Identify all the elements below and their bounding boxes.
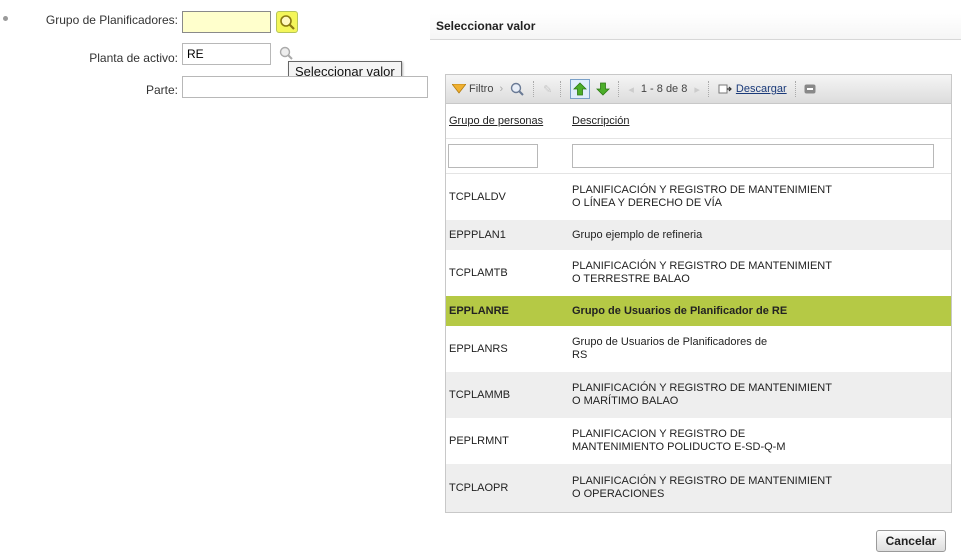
- row-code: TCPLAOPR: [449, 482, 509, 494]
- results-table: Grupo de personas Descripción TCPLALDV P…: [445, 104, 952, 513]
- table-row[interactable]: TCPLALDV PLANIFICACIÓN Y REGISTRO DE MAN…: [446, 174, 951, 220]
- row-code: TCPLAMMB: [449, 389, 511, 401]
- row-description: PLANIFICACIÓN Y REGISTRO DE MANTENIMIENT…: [570, 382, 951, 408]
- minimize-icon: [804, 84, 816, 94]
- download-button[interactable]: Descargar: [718, 83, 787, 95]
- toolbar-divider: [618, 81, 620, 97]
- row-code: EPPLANRE: [449, 305, 509, 317]
- row-description-line1: PLANIFICACION Y REGISTRO DE: [572, 428, 746, 440]
- row-description-line2: O OPERACIONES: [572, 488, 665, 500]
- table-row[interactable]: EPPLANRS Grupo de Usuarios de Planificad…: [446, 326, 951, 372]
- download-icon: [718, 84, 732, 94]
- row-description-line2: O MARÍTIMO BALAO: [572, 395, 679, 407]
- minimize-button[interactable]: [804, 84, 816, 94]
- row-code: PEPLRMNT: [449, 435, 509, 447]
- arrow-up-icon: [573, 82, 588, 96]
- row-description-line2: MANTENIMIENTO POLIDUCTO E-SD-Q-M: [572, 441, 786, 453]
- asset-plant-input[interactable]: [182, 43, 271, 65]
- dialog-title: Seleccionar valor: [430, 14, 961, 40]
- column-header-description[interactable]: Descripción: [570, 115, 629, 127]
- row-description-line1: PLANIFICACIÓN Y REGISTRO DE MANTENIMIENT: [572, 184, 832, 196]
- table-row[interactable]: TCPLAMMB PLANIFICACIÓN Y REGISTRO DE MAN…: [446, 372, 951, 418]
- part-label: Parte:: [145, 83, 178, 97]
- description-filter-input[interactable]: [572, 144, 934, 168]
- filter-icon: [452, 84, 466, 94]
- row-description-line2: O TERRESTRE BALAO: [572, 273, 690, 285]
- planner-group-input[interactable]: [182, 11, 271, 33]
- filter-row: [446, 139, 951, 174]
- magnifier-icon: [280, 15, 295, 30]
- row-description-line1: Grupo de Usuarios de Planificadores de: [572, 336, 768, 348]
- download-label: Descargar: [735, 83, 787, 95]
- paging-info: 1 - 8 de 8: [640, 83, 688, 95]
- row-description: PLANIFICACIÓN Y REGISTRO DE MANTENIMIENT…: [570, 260, 951, 286]
- row-description-line1: PLANIFICACIÓN Y REGISTRO DE MANTENIMIENT: [572, 260, 832, 272]
- row-description: Grupo de Usuarios de Planificador de RE: [572, 304, 788, 317]
- table-row[interactable]: PEPLRMNT PLANIFICACION Y REGISTRO DE MAN…: [446, 418, 951, 464]
- row-code: TCPLALDV: [449, 191, 506, 203]
- row-description-line1: PLANIFICACIÓN Y REGISTRO DE MANTENIMIENT: [572, 475, 832, 487]
- asset-plant-label: Planta de activo:: [89, 51, 178, 65]
- row-description: PLANIFICACIÓN Y REGISTRO DE MANTENIMIENT…: [570, 184, 951, 210]
- arrow-down-icon: [596, 82, 611, 96]
- table-header: Grupo de personas Descripción: [446, 104, 951, 139]
- row-description: PLANIFICACIÓN Y REGISTRO DE MANTENIMIENT…: [570, 475, 951, 501]
- toolbar-divider: [533, 81, 535, 97]
- table-row[interactable]: EPPPLAN1 Grupo ejemplo de refineria: [446, 220, 951, 250]
- row-description-line2: RS: [572, 349, 588, 361]
- row-description-line1: PLANIFICACIÓN Y REGISTRO DE MANTENIMIENT: [572, 382, 832, 394]
- row-description: Grupo ejemplo de refineria: [572, 228, 703, 241]
- toolbar-divider: [707, 81, 710, 97]
- sort-down-button[interactable]: [596, 82, 611, 96]
- asset-plant-lookup-button[interactable]: [278, 45, 294, 61]
- table-row[interactable]: TCPLAMTB PLANIFICACIÓN Y REGISTRO DE MAN…: [446, 250, 951, 296]
- search-button[interactable]: [509, 81, 525, 97]
- row-description-line2: O LÍNEA Y DERECHO DE VÍA: [572, 197, 722, 209]
- filter-arrow-icon: ›: [499, 83, 504, 95]
- part-input[interactable]: [182, 76, 428, 98]
- sort-up-button[interactable]: [570, 79, 591, 99]
- filter-label: Filtro: [469, 83, 494, 95]
- row-code: EPPPLAN1: [449, 229, 506, 241]
- toolbar-divider: [560, 81, 562, 97]
- row-code: TCPLAMTB: [449, 267, 508, 279]
- row-description: Grupo de Usuarios de Planificadores de R…: [570, 336, 951, 362]
- planner-group-label: Grupo de Planificadores:: [45, 13, 178, 27]
- row-description: PLANIFICACION Y REGISTRO DE MANTENIMIENT…: [570, 428, 951, 454]
- filter-button[interactable]: Filtro: [452, 83, 493, 95]
- column-header-group[interactable]: Grupo de personas: [446, 115, 570, 127]
- table-row-selected[interactable]: EPPLANRE Grupo de Usuarios de Planificad…: [446, 296, 951, 326]
- row-code: EPPLANRS: [449, 343, 508, 355]
- prev-page-button[interactable]: ◂: [628, 83, 634, 96]
- edit-icon[interactable]: ✎: [543, 83, 552, 96]
- magnifier-icon: [279, 46, 293, 60]
- next-page-button[interactable]: ▸: [694, 83, 700, 96]
- toolbar-divider: [794, 81, 797, 97]
- planner-group-lookup-button[interactable]: [276, 11, 298, 33]
- dialog-toolbar: Filtro › ✎ ◂ 1 - 8 de 8 ▸ Descargar: [445, 74, 952, 104]
- group-filter-input[interactable]: [448, 144, 538, 168]
- required-indicator: [3, 16, 8, 21]
- magnifier-icon: [510, 82, 524, 96]
- table-row[interactable]: TCPLAOPR PLANIFICACIÓN Y REGISTRO DE MAN…: [446, 464, 951, 512]
